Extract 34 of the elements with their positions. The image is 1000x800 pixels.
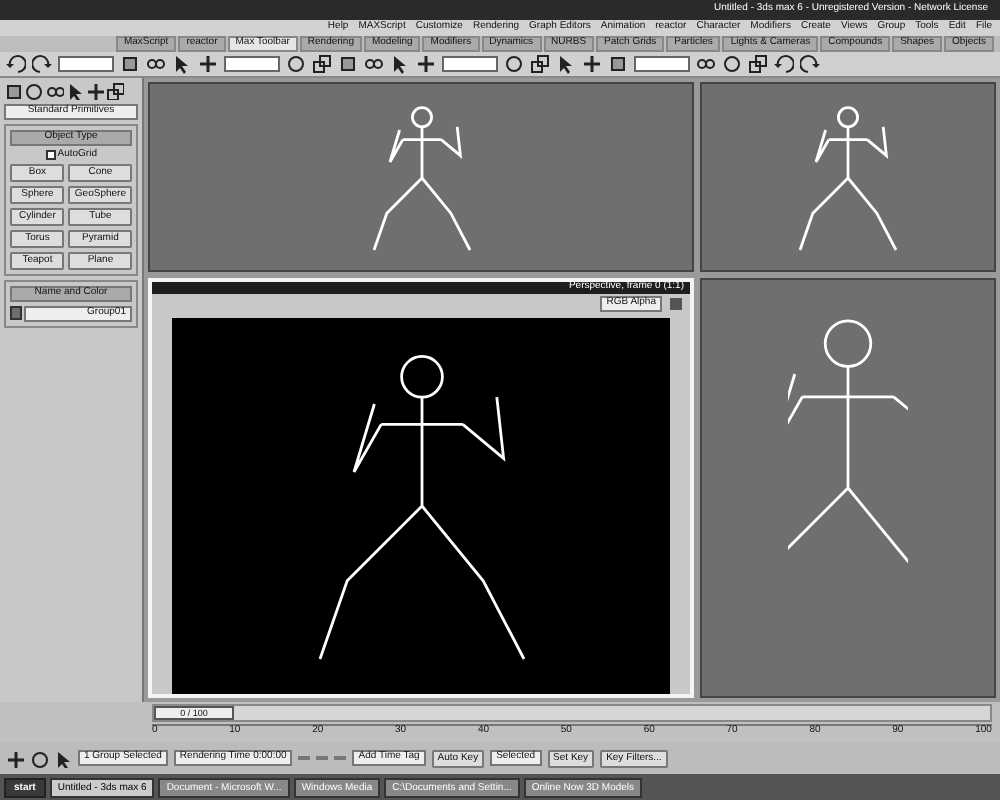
dropdown-field[interactable] <box>58 56 114 72</box>
undo-icon[interactable] <box>6 54 26 74</box>
dropdown-field[interactable] <box>224 56 280 72</box>
cursor-icon[interactable] <box>172 54 192 74</box>
cube-icon[interactable] <box>608 54 628 74</box>
move-icon[interactable] <box>416 54 436 74</box>
move-icon[interactable] <box>86 82 104 100</box>
save-icon[interactable] <box>668 295 684 312</box>
link-icon[interactable] <box>364 54 384 74</box>
checkbox[interactable] <box>45 149 55 160</box>
color-swatch[interactable] <box>10 306 22 321</box>
undo-icon[interactable] <box>774 54 794 74</box>
viewport[interactable] <box>700 82 996 272</box>
cursor-icon[interactable] <box>390 54 410 74</box>
move-icon[interactable] <box>198 54 218 74</box>
cursor-icon[interactable] <box>556 54 576 74</box>
cursor-icon[interactable] <box>65 82 84 100</box>
scale-icon[interactable] <box>312 54 332 74</box>
cube-icon[interactable] <box>4 82 22 100</box>
move-icon[interactable] <box>582 54 602 74</box>
cube-icon[interactable] <box>338 54 358 74</box>
cube-icon[interactable] <box>120 54 140 74</box>
link-icon[interactable] <box>146 54 166 74</box>
scale-icon[interactable] <box>530 54 550 74</box>
link-icon[interactable] <box>696 54 716 74</box>
scale-icon[interactable] <box>748 54 768 74</box>
cursor-icon[interactable] <box>54 749 72 767</box>
scale-icon[interactable] <box>106 82 125 100</box>
move-icon[interactable] <box>6 749 24 767</box>
redo-icon[interactable] <box>32 54 52 74</box>
redo-icon[interactable] <box>800 54 820 74</box>
dropdown-field[interactable] <box>442 56 498 72</box>
dropdown-field[interactable] <box>634 56 690 72</box>
link-icon[interactable] <box>45 82 63 100</box>
